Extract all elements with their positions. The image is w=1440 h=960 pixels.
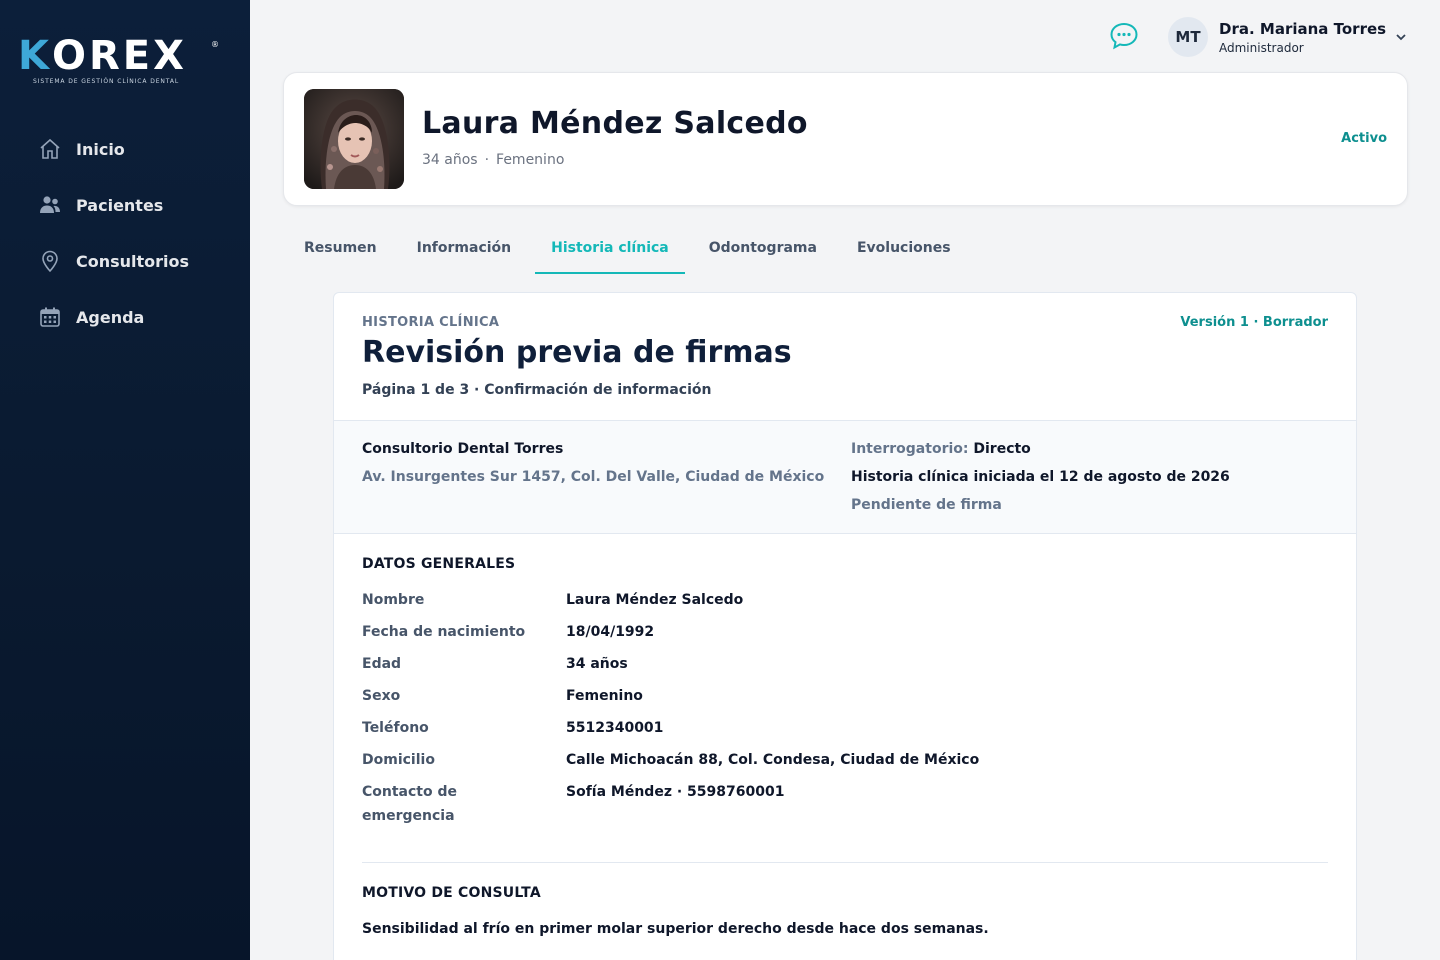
chat-button[interactable] <box>1108 20 1140 52</box>
row-label: Contacto de emergencia <box>362 784 457 824</box>
patient-sex: Femenino <box>496 152 565 168</box>
signature-status: Pendiente de firma <box>851 497 1002 513</box>
chevron-down-icon <box>1394 29 1408 48</box>
row-value: 5512340001 <box>566 720 664 736</box>
document-subtitle: Página 1 de 3 · Confirmación de informac… <box>362 382 712 398</box>
sidebar-item-label: Inicio <box>76 139 125 159</box>
logo-rest: OREX <box>52 33 187 79</box>
logo-k: K <box>18 33 52 79</box>
data-row: Fecha de nacimiento 18/04/1992 <box>362 620 1328 644</box>
status-badge: Activo <box>1341 131 1387 146</box>
section-divider <box>362 862 1328 863</box>
clinical-history-document: HISTORIA CLÍNICA Revisión previa de firm… <box>333 292 1357 960</box>
clinic-info: Consultorio Dental Torres Av. Insurgente… <box>334 421 1356 534</box>
document-header: HISTORIA CLÍNICA Revisión previa de firm… <box>334 293 1356 421</box>
tab-evoluciones[interactable]: Evoluciones <box>841 226 967 274</box>
data-row: Contacto de emergencia Sofía Méndez · 55… <box>362 780 1328 828</box>
tab-historia-clinica[interactable]: Historia clínica <box>535 226 685 274</box>
user-menu[interactable]: MT Dra. Mariana Torres Administrador <box>1168 16 1418 58</box>
chat-bubble-icon <box>1110 22 1138 50</box>
row-label: Nombre <box>362 592 425 608</box>
interrogatorio-value: Directo <box>973 441 1031 457</box>
user-role: Administrador <box>1219 40 1304 55</box>
tab-odontograma[interactable]: Odontograma <box>693 226 833 274</box>
consultation-reason: Sensibilidad al frío en primer molar sup… <box>362 921 989 937</box>
general-data-list: Nombre Laura Méndez Salcedo Fecha de nac… <box>362 588 1328 836</box>
row-label: Edad <box>362 656 402 672</box>
clinic-address: Av. Insurgentes Sur 1457, Col. Del Valle… <box>362 469 825 485</box>
data-row: Domicilio Calle Michoacán 88, Col. Conde… <box>362 748 1328 772</box>
data-row: Edad 34 años <box>362 652 1328 676</box>
patient-card: Laura Méndez Salcedo 34 años · Femenino Ac… <box>283 72 1408 206</box>
page-title: Revisión previa de firmas <box>362 335 792 370</box>
row-label: Teléfono <box>362 720 429 736</box>
row-value: 34 años <box>566 656 628 672</box>
interrogatorio-label: Interrogatorio: <box>851 441 969 457</box>
row-label: Sexo <box>362 688 401 704</box>
row-value: Laura Méndez Salcedo <box>566 592 744 608</box>
version-badge: Versión 1 · Borrador <box>1180 315 1328 330</box>
sidebar-item-inicio[interactable]: Inicio <box>0 128 250 170</box>
user-name: Dra. Mariana Torres <box>1219 19 1387 38</box>
patient-tabs: Resumen Información Historia clínica Odo… <box>288 226 975 274</box>
patient-meta: 34 años · Femenino <box>422 152 564 168</box>
row-value: Femenino <box>566 688 643 704</box>
section-title: DATOS GENERALES <box>362 556 516 572</box>
patient-name: Laura Méndez Salcedo <box>422 106 808 141</box>
logo-wordmark: K OREX <box>18 36 228 76</box>
sidebar-nav: Inicio Pacientes Consultorios Agenda <box>0 128 250 352</box>
row-label: Fecha de nacimiento <box>362 624 526 640</box>
calendar-icon <box>38 305 62 329</box>
logo-registered-mark: ® <box>211 40 219 49</box>
clinic-name: Consultorio Dental Torres <box>362 441 564 457</box>
patient-photo <box>304 89 404 189</box>
sidebar-item-label: Consultorios <box>76 251 190 271</box>
section-title: MOTIVO DE CONSULTA <box>362 885 541 901</box>
sidebar-item-pacientes[interactable]: Pacientes <box>0 184 250 226</box>
data-row: Sexo Femenino <box>362 684 1328 708</box>
sidebar-item-label: Agenda <box>76 307 145 327</box>
document-eyebrow: HISTORIA CLÍNICA <box>362 315 500 330</box>
location-pin-icon <box>38 249 62 273</box>
logo-tagline: SISTEMA DE GESTIÓN CLÍNICA DENTAL <box>33 78 180 85</box>
sidebar-item-label: Pacientes <box>76 195 164 215</box>
interrogatorio: Interrogatorio: Directo <box>851 441 1031 457</box>
tab-resumen[interactable]: Resumen <box>288 226 393 274</box>
sidebar-item-consultorios[interactable]: Consultorios <box>0 240 250 282</box>
korex-logo[interactable]: K OREX ® SISTEMA DE GESTIÓN CLÍNICA DENTA… <box>18 36 228 88</box>
row-value: Calle Michoacán 88, Col. Condesa, Ciudad… <box>566 752 980 768</box>
row-label: Domicilio <box>362 752 435 768</box>
home-icon <box>38 137 62 161</box>
patient-age: 34 años <box>422 152 478 168</box>
general-data-section: DATOS GENERALES Nombre Laura Méndez Salc… <box>334 534 1356 954</box>
data-row: Nombre Laura Méndez Salcedo <box>362 588 1328 612</box>
users-icon <box>38 193 62 217</box>
meta-separator: · <box>484 152 490 168</box>
avatar: MT <box>1168 17 1208 57</box>
row-value: Sofía Méndez · 5598760001 <box>566 784 785 800</box>
sidebar: K OREX ® SISTEMA DE GESTIÓN CLÍNICA DENTA… <box>0 0 250 960</box>
row-value: 18/04/1992 <box>566 624 655 640</box>
tab-informacion[interactable]: Información <box>401 226 528 274</box>
history-started: Historia clínica iniciada el 12 de agost… <box>851 469 1230 485</box>
data-row: Teléfono 5512340001 <box>362 716 1328 740</box>
sidebar-item-agenda[interactable]: Agenda <box>0 296 250 338</box>
